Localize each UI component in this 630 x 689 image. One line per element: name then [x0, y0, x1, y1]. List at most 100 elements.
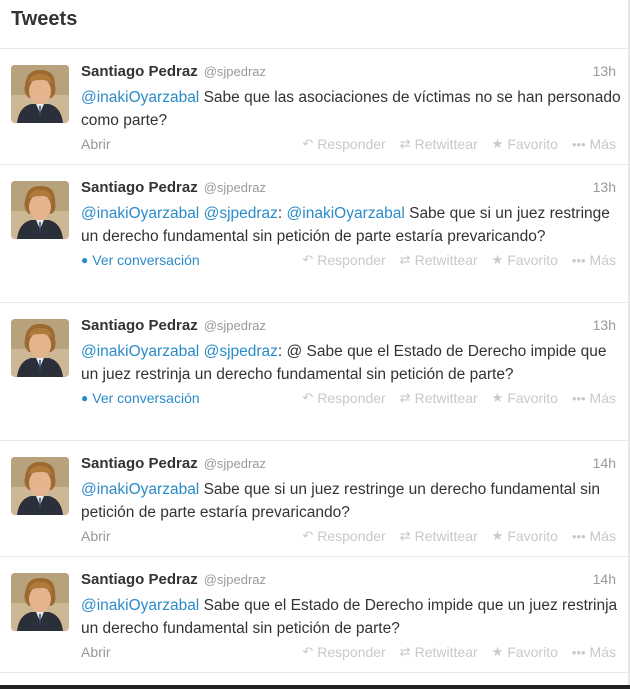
more-button-label: Más — [589, 528, 616, 544]
avatar[interactable] — [11, 319, 69, 377]
retweet-button[interactable]: ⇄ Retwittear — [400, 528, 478, 544]
author-username[interactable]: @sjpedraz — [204, 64, 266, 79]
more-button[interactable]: ••• Más — [572, 390, 616, 406]
tweet-item: Santiago Pedraz @sjpedraz 13h @inakiOyarzab… — [0, 165, 630, 303]
retweet-button[interactable]: ⇄ Retwittear — [400, 390, 478, 406]
avatar[interactable] — [11, 65, 69, 123]
favorite-button[interactable]: ★ Favorito — [492, 528, 558, 544]
reply-icon: ↶ — [302, 136, 314, 151]
avatar-image — [11, 319, 69, 377]
favorite-button-label: Favorito — [507, 252, 558, 268]
favorite-button[interactable]: ★ Favorito — [492, 390, 558, 406]
favorite-button[interactable]: ★ Favorito — [492, 644, 558, 660]
mention-link[interactable]: @inakiOyarzabal — [81, 205, 199, 222]
tweet-timestamp[interactable]: 13h — [593, 63, 616, 79]
tweet-header: Santiago Pedraz @sjpedraz 13h — [81, 165, 616, 199]
favorite-button[interactable]: ★ Favorito — [492, 252, 558, 268]
mention-link[interactable]: @inakiOyarzabal — [81, 89, 199, 106]
retweet-button-label: Retwittear — [414, 252, 478, 268]
retweet-button-label: Retwittear — [414, 644, 478, 660]
reply-icon: ↶ — [302, 644, 314, 659]
tweet-text: @inakiOyarzabal Sabe que las asociacione… — [81, 87, 621, 132]
author-fullname[interactable]: Santiago Pedraz — [81, 179, 198, 196]
tweet-list: Santiago Pedraz @sjpedraz 13h @inakiOyarzab… — [0, 49, 630, 673]
tweet-timestamp[interactable]: 13h — [593, 179, 616, 195]
author-fullname[interactable]: Santiago Pedraz — [81, 455, 198, 472]
retweet-button-label: Retwittear — [414, 136, 478, 152]
more-icon: ••• — [571, 390, 586, 406]
tweets-timeline: Tweets Santiago Pedraz @sjpedraz 13h @inaki… — [0, 0, 630, 689]
retweet-icon: ⇄ — [399, 252, 411, 267]
tweet-header: Santiago Pedraz @sjpedraz 14h — [81, 441, 616, 475]
avatar[interactable] — [11, 457, 69, 515]
tweet-item: Santiago Pedraz @sjpedraz 14h @inakiOyarzab… — [0, 441, 630, 557]
tweet-timestamp[interactable]: 13h — [593, 317, 616, 333]
favorite-button[interactable]: ★ Favorito — [492, 136, 558, 152]
favorite-button-label: Favorito — [507, 136, 558, 152]
view-conversation-link[interactable]: ● Ver conversación — [81, 252, 200, 268]
mention-link[interactable]: @sjpedraz — [204, 343, 278, 360]
tweet-actions: ↶ Responder ⇄ Retwittear ★ Favorito ••• Más — [288, 390, 616, 406]
more-button[interactable]: ••• Más — [572, 252, 616, 268]
more-button[interactable]: ••• Más — [572, 644, 616, 660]
expand-link[interactable]: Abrir — [81, 528, 111, 544]
avatar-image — [11, 65, 69, 123]
more-button[interactable]: ••• Más — [572, 528, 616, 544]
reply-icon: ↶ — [302, 528, 314, 543]
avatar-image — [11, 457, 69, 515]
author-username[interactable]: @sjpedraz — [204, 456, 266, 471]
star-icon: ★ — [491, 644, 504, 659]
tweet-item: Santiago Pedraz @sjpedraz 14h @inakiOyarzab… — [0, 557, 630, 673]
tweet-header: Santiago Pedraz @sjpedraz 14h — [81, 557, 616, 591]
retweet-button[interactable]: ⇄ Retwittear — [400, 136, 478, 152]
more-button[interactable]: ••• Más — [572, 136, 616, 152]
more-icon: ••• — [571, 644, 586, 660]
reply-button[interactable]: ↶ Responder — [302, 390, 385, 406]
retweet-icon: ⇄ — [399, 528, 411, 543]
star-icon: ★ — [491, 528, 504, 543]
expand-link[interactable]: Abrir — [81, 136, 111, 152]
retweet-icon: ⇄ — [399, 390, 411, 405]
tweet-footer: Abrir ↶ Responder ⇄ Retwittear ★ Favorito ••• Má… — [81, 642, 616, 662]
mention-link[interactable]: @inakiOyarzabal — [81, 343, 199, 360]
tweet-actions: ↶ Responder ⇄ Retwittear ★ Favorito ••• Más — [288, 528, 616, 544]
tweet-actions: ↶ Responder ⇄ Retwittear ★ Favorito ••• Más — [288, 644, 616, 660]
mention-link[interactable]: @inakiOyarzabal — [287, 205, 405, 222]
author-fullname[interactable]: Santiago Pedraz — [81, 571, 198, 588]
tweet-item: Santiago Pedraz @sjpedraz 13h @inakiOyarzab… — [0, 303, 630, 441]
view-conversation-link[interactable]: ● Ver conversación — [81, 390, 200, 406]
author-fullname[interactable]: Santiago Pedraz — [81, 317, 198, 334]
author-username[interactable]: @sjpedraz — [204, 572, 266, 587]
avatar[interactable] — [11, 181, 69, 239]
mention-link[interactable]: @inakiOyarzabal — [81, 597, 199, 614]
reply-button-label: Responder — [317, 390, 386, 406]
expand-link[interactable]: Abrir — [81, 644, 111, 660]
retweet-icon: ⇄ — [399, 136, 411, 151]
reply-button[interactable]: ↶ Responder — [302, 252, 385, 268]
retweet-button[interactable]: ⇄ Retwittear — [400, 252, 478, 268]
more-button-label: Más — [589, 136, 616, 152]
retweet-button[interactable]: ⇄ Retwittear — [400, 644, 478, 660]
reply-button-label: Responder — [317, 136, 386, 152]
reply-button[interactable]: ↶ Responder — [302, 528, 385, 544]
tweet-timestamp[interactable]: 14h — [593, 455, 616, 471]
reply-button[interactable]: ↶ Responder — [302, 136, 385, 152]
mention-link[interactable]: @sjpedraz — [204, 205, 278, 222]
tweet-actions: ↶ Responder ⇄ Retwittear ★ Favorito ••• Más — [288, 252, 616, 268]
favorite-button-label: Favorito — [507, 528, 558, 544]
author-username[interactable]: @sjpedraz — [204, 318, 266, 333]
author-fullname[interactable]: Santiago Pedraz — [81, 63, 198, 80]
reply-button[interactable]: ↶ Responder — [302, 644, 385, 660]
star-icon: ★ — [491, 390, 504, 405]
author-username[interactable]: @sjpedraz — [204, 180, 266, 195]
tweet-actions: ↶ Responder ⇄ Retwittear ★ Favorito ••• Más — [288, 136, 616, 152]
tweet-footer: ● Ver conversación ↶ Responder ⇄ Retwittear ★ F… — [81, 388, 616, 408]
more-button-label: Más — [589, 390, 616, 406]
mention-link[interactable]: @inakiOyarzabal — [81, 481, 199, 498]
avatar-image — [11, 181, 69, 239]
tweet-text: @inakiOyarzabal @sjpedraz: @ Sabe que el… — [81, 341, 621, 386]
tweet-timestamp[interactable]: 14h — [593, 571, 616, 587]
more-icon: ••• — [571, 252, 586, 268]
avatar[interactable] — [11, 573, 69, 631]
tweet-text: @inakiOyarzabal Sabe que si un juez rest… — [81, 479, 621, 524]
